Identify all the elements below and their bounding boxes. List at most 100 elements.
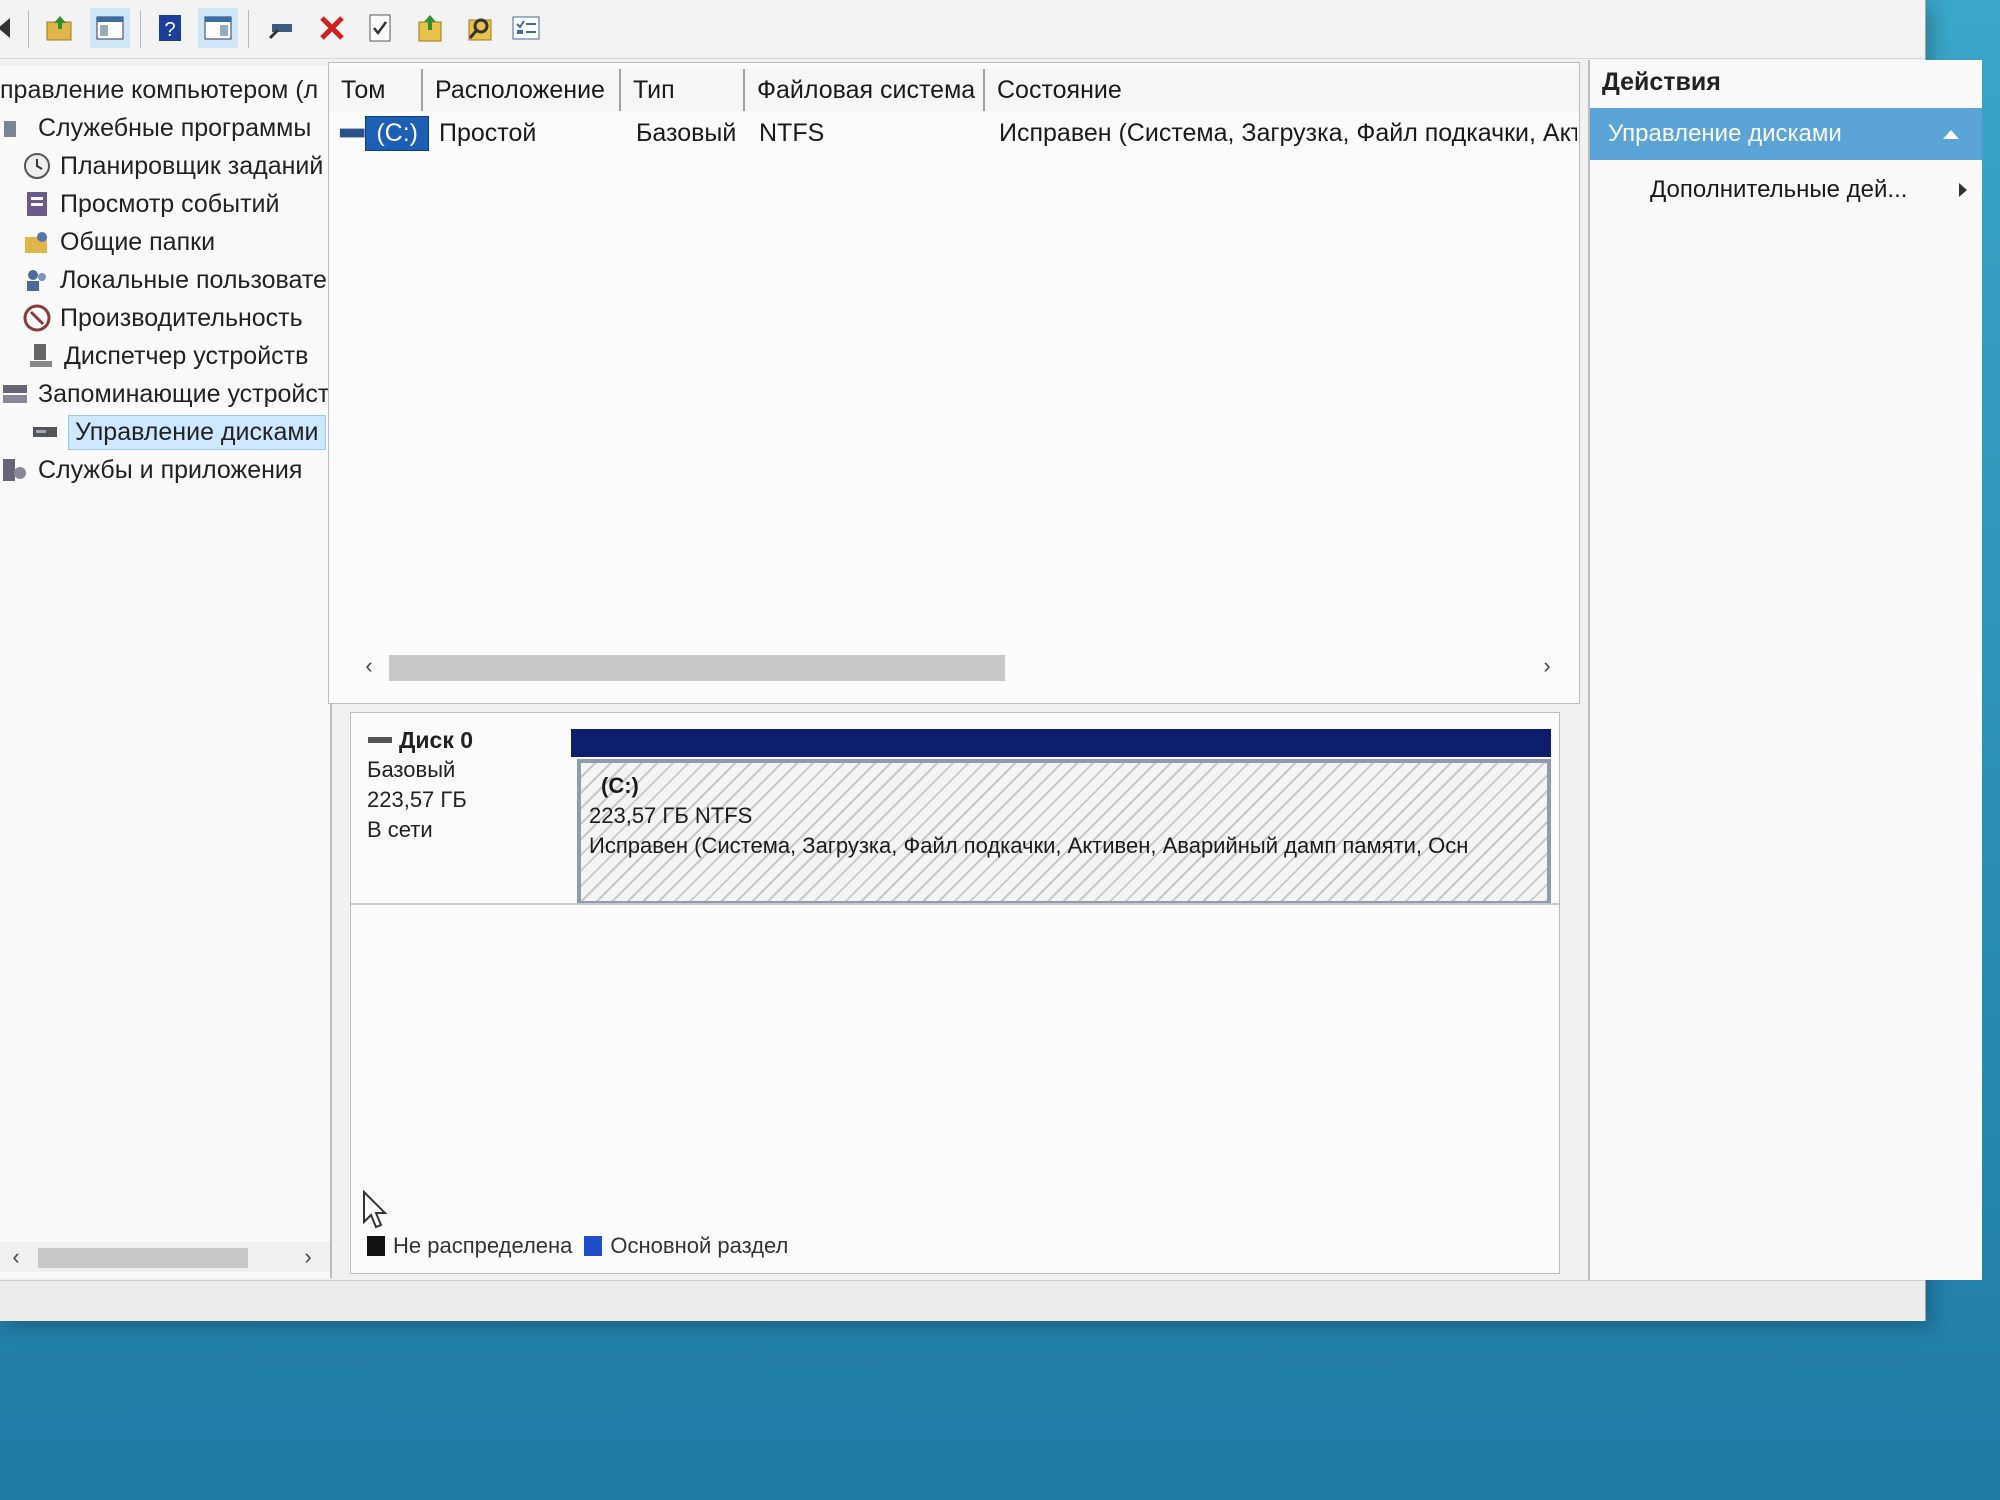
help-icon[interactable]: ?: [150, 8, 190, 48]
list-horizontal-scrollbar[interactable]: ‹ ›: [359, 651, 1559, 681]
scroll-right-icon[interactable]: ›: [1535, 651, 1559, 681]
scroll-right-icon[interactable]: ›: [296, 1242, 320, 1272]
export-icon[interactable]: [410, 8, 450, 48]
column-label: Расположение: [435, 75, 605, 104]
disk-type: Базовый: [367, 757, 456, 782]
toolbar-separator: [140, 10, 141, 48]
tree-item-services[interactable]: Службы и приложения: [0, 452, 302, 488]
disk-state: В сети: [367, 817, 433, 842]
storage-icon: [3, 385, 27, 403]
more-actions-label: Дополнительные дей...: [1650, 176, 1908, 203]
legend-swatch-unallocated: [367, 1236, 385, 1256]
column-header-filesystem[interactable]: Файловая система: [745, 69, 985, 111]
status-cell: Исправен (Система, Загрузка, Файл подкач…: [999, 118, 1577, 147]
disk-size: 223,57 ГБ: [367, 787, 467, 812]
tree-item-label: Запоминающие устройст: [38, 379, 330, 408]
tree-item-label: правление компьютером (л: [0, 75, 319, 104]
services-icon: [3, 459, 26, 481]
tree-item-disk-management[interactable]: Управление дисками: [30, 414, 326, 450]
console-tree: правление компьютером (л Служебные прогр…: [0, 66, 332, 1278]
partition-label: (C:): [601, 773, 639, 798]
volume-list: Том Расположение Тип Файловая система Со…: [328, 62, 1580, 704]
back-arrow-icon[interactable]: [0, 8, 28, 48]
volume-cell: (C:): [339, 113, 429, 153]
tree-item-label: Производительность: [60, 303, 303, 332]
scroll-left-icon[interactable]: ‹: [357, 651, 381, 681]
delete-icon[interactable]: [312, 8, 352, 48]
performance-icon: [23, 304, 51, 332]
primary-partition-bar: [571, 729, 1551, 757]
tree-item-performance[interactable]: Производительность: [22, 300, 303, 336]
more-actions-item[interactable]: Дополнительные дей...: [1650, 168, 1970, 212]
type-cell: Базовый: [636, 118, 737, 147]
tree-item-label: Просмотр событий: [60, 189, 280, 218]
shared-folders-icon: [25, 232, 47, 253]
partition-c[interactable]: (C:) 223,57 ГБ NTFS Исправен (Система, З…: [577, 759, 1551, 905]
tree-item-device-manager[interactable]: Диспетчер устройств: [26, 338, 308, 374]
column-header-status[interactable]: Состояние: [985, 69, 1579, 111]
tree-item-label: Общие папки: [60, 227, 216, 256]
tree-item-shared-folders[interactable]: Общие папки: [22, 224, 215, 260]
legend: Не распределена Основной раздел: [367, 1233, 788, 1259]
status-bar: [0, 1280, 1925, 1321]
up-folder-icon[interactable]: [40, 8, 80, 48]
tree-item-label: Службы и приложения: [38, 455, 303, 484]
scroll-thumb[interactable]: [389, 655, 1005, 681]
scroll-thumb[interactable]: [38, 1248, 248, 1268]
drive-icon: [339, 128, 365, 138]
column-label: Файловая система: [757, 75, 976, 104]
tree-horizontal-scrollbar[interactable]: ‹ ›: [0, 1242, 330, 1272]
filesystem-cell: NTFS: [759, 118, 825, 147]
column-label: Тип: [633, 75, 675, 104]
tree-item-storage[interactable]: Запоминающие устройст: [0, 376, 329, 412]
column-label: Том: [341, 75, 386, 104]
partition-text: (C:) 223,57 ГБ NTFS Исправен (Система, З…: [589, 771, 1468, 861]
check-icon[interactable]: [360, 8, 400, 48]
disk-map: Диск 0 Базовый 223,57 ГБ В сети (C:) 223…: [350, 712, 1560, 1274]
actions-section-label: Управление дисками: [1608, 120, 1842, 147]
table-row[interactable]: (C:) Простой Базовый NTFS Исправен (Сист…: [329, 113, 1579, 153]
actions-section-disk-management[interactable]: Управление дисками: [1590, 108, 1982, 160]
connect-icon[interactable]: [262, 8, 302, 48]
column-header-layout[interactable]: Расположение: [423, 69, 621, 111]
scroll-left-icon[interactable]: ‹: [4, 1242, 28, 1272]
tree-item-label: Планировщик заданий: [60, 151, 324, 180]
selected-volume: (C:): [365, 115, 429, 151]
show-hide-console-tree-icon[interactable]: [90, 8, 130, 48]
device-manager-icon: [30, 344, 52, 367]
legend-swatch-primary: [584, 1236, 603, 1256]
collapse-up-icon[interactable]: [1940, 126, 1962, 142]
toolbar: ?: [0, 0, 1925, 59]
search-icon[interactable]: [460, 8, 500, 48]
legend-label-unallocated: Не распределена: [393, 1233, 573, 1258]
column-header-volume[interactable]: Том: [329, 69, 423, 111]
tree-item-task-scheduler[interactable]: Планировщик заданий: [22, 148, 323, 184]
svg-text:?: ?: [164, 19, 175, 41]
disk-name: Диск 0: [399, 727, 474, 753]
partition-size: 223,57 ГБ NTFS: [589, 803, 753, 828]
actions-header: Действия: [1602, 68, 1721, 96]
users-icon: [27, 270, 46, 291]
disk-0-info[interactable]: Диск 0 Базовый 223,57 ГБ В сети: [367, 725, 547, 845]
checklist-icon[interactable]: [506, 8, 546, 48]
disk-icon: [368, 737, 392, 743]
divider: [351, 903, 1559, 905]
properties-pane-icon[interactable]: [198, 8, 238, 48]
tree-item-local-users[interactable]: Локальные пользовате: [22, 262, 327, 298]
tree-item-label: Диспетчер устройств: [64, 341, 309, 370]
tree-item-event-viewer[interactable]: Просмотр событий: [22, 186, 279, 222]
column-label: Состояние: [997, 75, 1122, 104]
mouse-cursor-icon: [363, 1190, 388, 1229]
tree-item-system-tools[interactable]: Служебные программы: [0, 110, 311, 146]
clock-icon: [24, 153, 50, 179]
tree-item-label: Управление дисками: [68, 414, 326, 450]
actions-pane: Действия Управление дисками Дополнительн…: [1588, 60, 1982, 1280]
computer-management-window: ? правление компьютером (л Служебные про…: [0, 0, 1982, 1321]
legend-label-primary: Основной раздел: [610, 1233, 789, 1258]
tree-item-computer-management[interactable]: правление компьютером (л: [0, 72, 318, 108]
disk-management-icon: [33, 427, 57, 437]
chevron-right-icon: [1959, 183, 1967, 197]
tree-item-label: Локальные пользовате: [60, 265, 327, 294]
column-header-type[interactable]: Тип: [621, 69, 745, 111]
toolbar-separator: [248, 10, 249, 48]
